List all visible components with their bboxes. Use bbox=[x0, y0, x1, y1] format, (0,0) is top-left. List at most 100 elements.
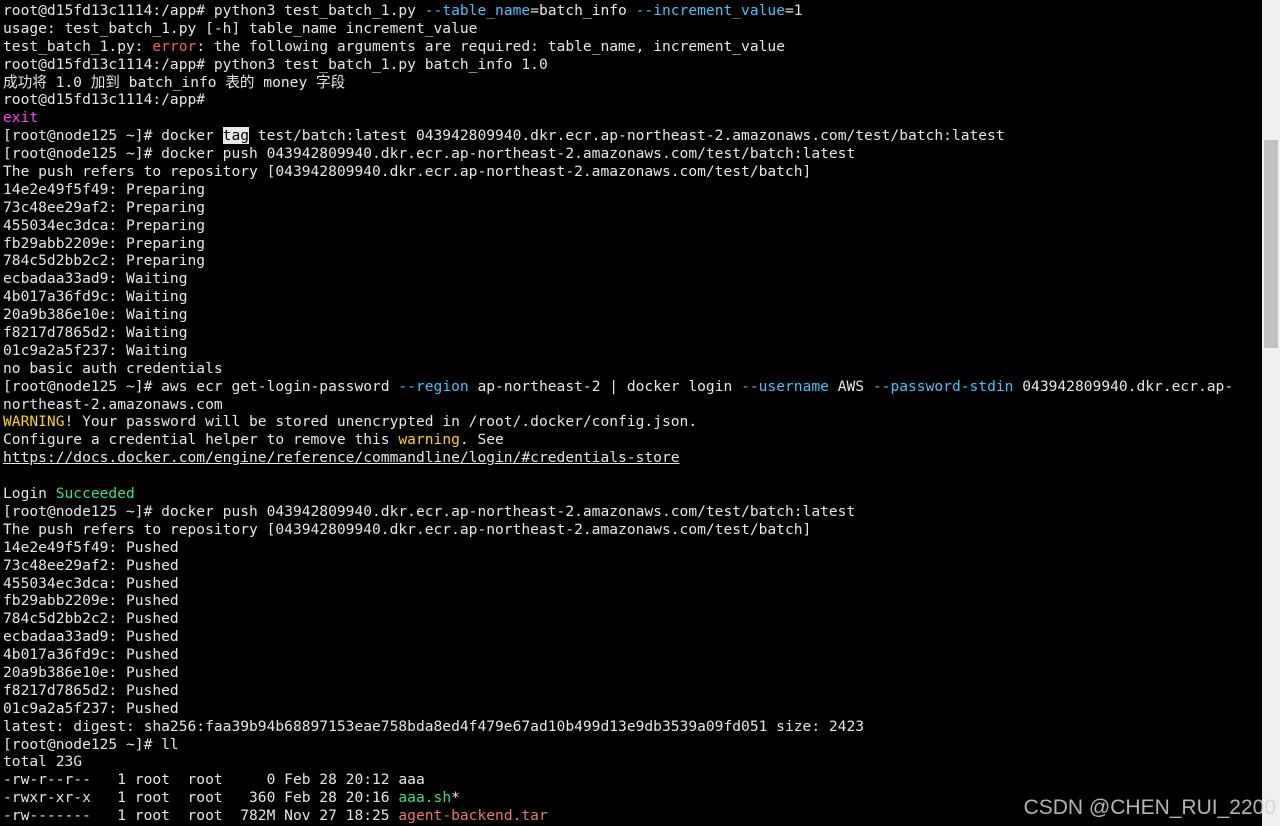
terminal-text-segment: --username bbox=[741, 377, 829, 395]
terminal-line: [root@node125 ~]# ll bbox=[3, 736, 1262, 754]
terminal-text-segment: fb29abb2209e: Pushed bbox=[3, 592, 179, 610]
terminal-line: test_batch_1.py: error: the following ar… bbox=[3, 38, 1262, 56]
terminal-text-segment: The push refers to repository [043942809… bbox=[3, 163, 812, 181]
terminal-text-segment: test_batch_1.py: bbox=[3, 37, 153, 55]
terminal-text-segment: [root@node125 ~]# ll bbox=[3, 735, 179, 753]
terminal-line: ecbadaa33ad9: Pushed bbox=[3, 628, 1262, 646]
terminal-line: exit bbox=[3, 109, 1262, 127]
terminal-text-segment: 784c5d2bb2c2: Preparing bbox=[3, 252, 206, 270]
terminal-text-segment: northeast-2.amazonaws.com bbox=[3, 395, 223, 413]
vertical-scrollbar[interactable] bbox=[1262, 0, 1280, 826]
terminal-line: [root@node125 ~]# docker tag test/batch:… bbox=[3, 127, 1262, 145]
terminal-line: f8217d7865d2: Pushed bbox=[3, 682, 1262, 700]
terminal-text-segment: -rwxr-xr-x 1 root root 360 Feb 28 20:16 bbox=[3, 789, 399, 807]
terminal-line: -rw-r--r-- 1 root root 0 Feb 28 20:12 aa… bbox=[3, 771, 1262, 789]
terminal-line: no basic auth credentials bbox=[3, 360, 1262, 378]
terminal-text-segment: WARNING bbox=[3, 413, 65, 431]
terminal-text-segment: 01c9a2a5f237: Pushed bbox=[3, 699, 179, 717]
terminal-line: root@d15fd13c1114:/app# python3 test_bat… bbox=[3, 56, 1262, 74]
terminal-text-segment: exit bbox=[3, 109, 39, 127]
terminal-text-segment: 043942809940.dkr.ecr.ap- bbox=[1013, 377, 1234, 395]
terminal-line: root@d15fd13c1114:/app# python3 test_bat… bbox=[3, 2, 1262, 20]
terminal-text-segment: 4b017a36fd9c: Waiting bbox=[3, 288, 188, 306]
terminal-line: 20a9b386e10e: Waiting bbox=[3, 306, 1262, 324]
terminal-text-segment: error bbox=[152, 37, 197, 55]
terminal-line: [root@node125 ~]# docker push 0439428099… bbox=[3, 503, 1262, 521]
terminal-text-segment: test/batch:latest 043942809940.dkr.ecr.a… bbox=[249, 127, 1005, 145]
terminal-text-segment: aaa.sh bbox=[398, 789, 452, 807]
terminal-line: fb29abb2209e: Pushed bbox=[3, 592, 1262, 610]
terminal-text-segment: 14e2e49f5f49: Pushed bbox=[3, 538, 179, 556]
terminal-line: 成功将 1.0 加到 batch_info 表的 money 字段 bbox=[3, 74, 1262, 92]
terminal-text-segment: --region bbox=[398, 377, 469, 395]
terminal-text-segment: root@d15fd13c1114:/app# python3 test_bat… bbox=[3, 2, 425, 19]
docs-link[interactable]: https://docs.docker.com/engine/reference… bbox=[3, 449, 680, 466]
terminal-text-segment: usage: test_batch_1.py [-h] table_name i… bbox=[3, 19, 478, 37]
terminal-text-segment: 20a9b386e10e: Waiting bbox=[3, 306, 188, 324]
terminal-line: The push refers to repository [043942809… bbox=[3, 163, 1262, 181]
terminal-text-segment: . See bbox=[459, 431, 504, 449]
terminal-text-segment: 4b017a36fd9c: Pushed bbox=[3, 646, 179, 664]
terminal-line: [root@node125 ~]# docker push 0439428099… bbox=[3, 145, 1262, 163]
terminal-text-segment: 20a9b386e10e: Pushed bbox=[3, 663, 179, 681]
highlighted-text: tag bbox=[222, 127, 250, 145]
terminal-text-segment: no basic auth credentials bbox=[3, 359, 223, 377]
terminal-text-segment: ap-northeast-2 | docker login bbox=[468, 377, 742, 395]
terminal-text-segment: 01c9a2a5f237: Waiting bbox=[3, 341, 188, 359]
terminal-text-segment: 455034ec3dca: Pushed bbox=[3, 574, 179, 592]
terminal-text-segment: ! Your password will be stored unencrypt… bbox=[64, 413, 698, 431]
terminal-text-segment: --table_name bbox=[424, 2, 531, 19]
terminal-text-segment: 455034ec3dca: Preparing bbox=[3, 216, 206, 234]
terminal-text-segment: root@d15fd13c1114:/app# python3 test_bat… bbox=[3, 55, 548, 73]
terminal-text-segment: -rw-r--r-- 1 root root 0 Feb 28 20:12 aa… bbox=[3, 771, 425, 789]
terminal-line: Configure a credential helper to remove … bbox=[3, 431, 1262, 449]
terminal-line: f8217d7865d2: Waiting bbox=[3, 324, 1262, 342]
terminal-line: 14e2e49f5f49: Pushed bbox=[3, 539, 1262, 557]
terminal-line: 20a9b386e10e: Pushed bbox=[3, 664, 1262, 682]
terminal-line: total 23G bbox=[3, 753, 1262, 771]
terminal-text-segment: AWS bbox=[828, 377, 873, 395]
terminal-text-segment: : the following arguments are required: … bbox=[196, 37, 785, 55]
terminal-line: 784c5d2bb2c2: Preparing bbox=[3, 252, 1262, 270]
scrollbar-thumb[interactable] bbox=[1264, 140, 1278, 348]
terminal-text-segment: [root@node125 ~]# docker bbox=[3, 127, 223, 145]
terminal-text-segment: root@d15fd13c1114:/app# bbox=[3, 91, 206, 109]
terminal-text-segment: =1 bbox=[785, 2, 803, 19]
terminal-text-segment: total 23G bbox=[3, 753, 83, 771]
terminal-text-segment: 73c48ee29af2: Pushed bbox=[3, 556, 179, 574]
terminal-window[interactable]: root@d15fd13c1114:/app# python3 test_bat… bbox=[0, 0, 1262, 826]
terminal-text-segment: Login bbox=[3, 485, 56, 503]
terminal-line: 01c9a2a5f237: Waiting bbox=[3, 342, 1262, 360]
terminal-text-segment: warning bbox=[398, 431, 460, 449]
terminal-line: Login Succeeded bbox=[3, 485, 1262, 503]
terminal-text-segment: ecbadaa33ad9: Pushed bbox=[3, 628, 179, 646]
terminal-text-segment: [root@node125 ~]# aws ecr get-login-pass… bbox=[3, 377, 399, 395]
terminal-output: root@d15fd13c1114:/app# python3 test_bat… bbox=[0, 0, 1262, 825]
terminal-line: fb29abb2209e: Preparing bbox=[3, 235, 1262, 253]
terminal-line: 73c48ee29af2: Pushed bbox=[3, 557, 1262, 575]
terminal-text-segment: latest: digest: sha256:faa39b94b68897153… bbox=[3, 717, 865, 735]
terminal-line: 455034ec3dca: Preparing bbox=[3, 217, 1262, 235]
terminal-line: usage: test_batch_1.py [-h] table_name i… bbox=[3, 20, 1262, 38]
terminal-text-segment: [root@node125 ~]# docker push 0439428099… bbox=[3, 502, 856, 520]
terminal-text-segment: * bbox=[451, 789, 460, 807]
terminal-line: 784c5d2bb2c2: Pushed bbox=[3, 610, 1262, 628]
terminal-line: WARNING! Your password will be stored un… bbox=[3, 413, 1262, 431]
terminal-text-segment: f8217d7865d2: Pushed bbox=[3, 681, 179, 699]
terminal-line: [root@node125 ~]# aws ecr get-login-pass… bbox=[3, 378, 1262, 396]
terminal-text-segment: Configure a credential helper to remove … bbox=[3, 431, 399, 449]
terminal-text-segment: f8217d7865d2: Waiting bbox=[3, 324, 188, 342]
terminal-line: northeast-2.amazonaws.com bbox=[3, 396, 1262, 414]
terminal-line: 455034ec3dca: Pushed bbox=[3, 575, 1262, 593]
terminal-text-segment: 成功将 1.0 加到 batch_info 表的 money 字段 bbox=[3, 73, 346, 91]
terminal-line: 01c9a2a5f237: Pushed bbox=[3, 700, 1262, 718]
terminal-line: 14e2e49f5f49: Preparing bbox=[3, 181, 1262, 199]
terminal-line: root@d15fd13c1114:/app# bbox=[3, 91, 1262, 109]
terminal-line: 4b017a36fd9c: Waiting bbox=[3, 288, 1262, 306]
terminal-text-segment: --password-stdin bbox=[872, 377, 1014, 395]
terminal-text-segment: 784c5d2bb2c2: Pushed bbox=[3, 610, 179, 628]
terminal-text-segment: Succeeded bbox=[55, 485, 135, 503]
terminal-text-segment: [root@node125 ~]# docker push 0439428099… bbox=[3, 145, 856, 163]
terminal-text-segment: 73c48ee29af2: Preparing bbox=[3, 198, 206, 216]
